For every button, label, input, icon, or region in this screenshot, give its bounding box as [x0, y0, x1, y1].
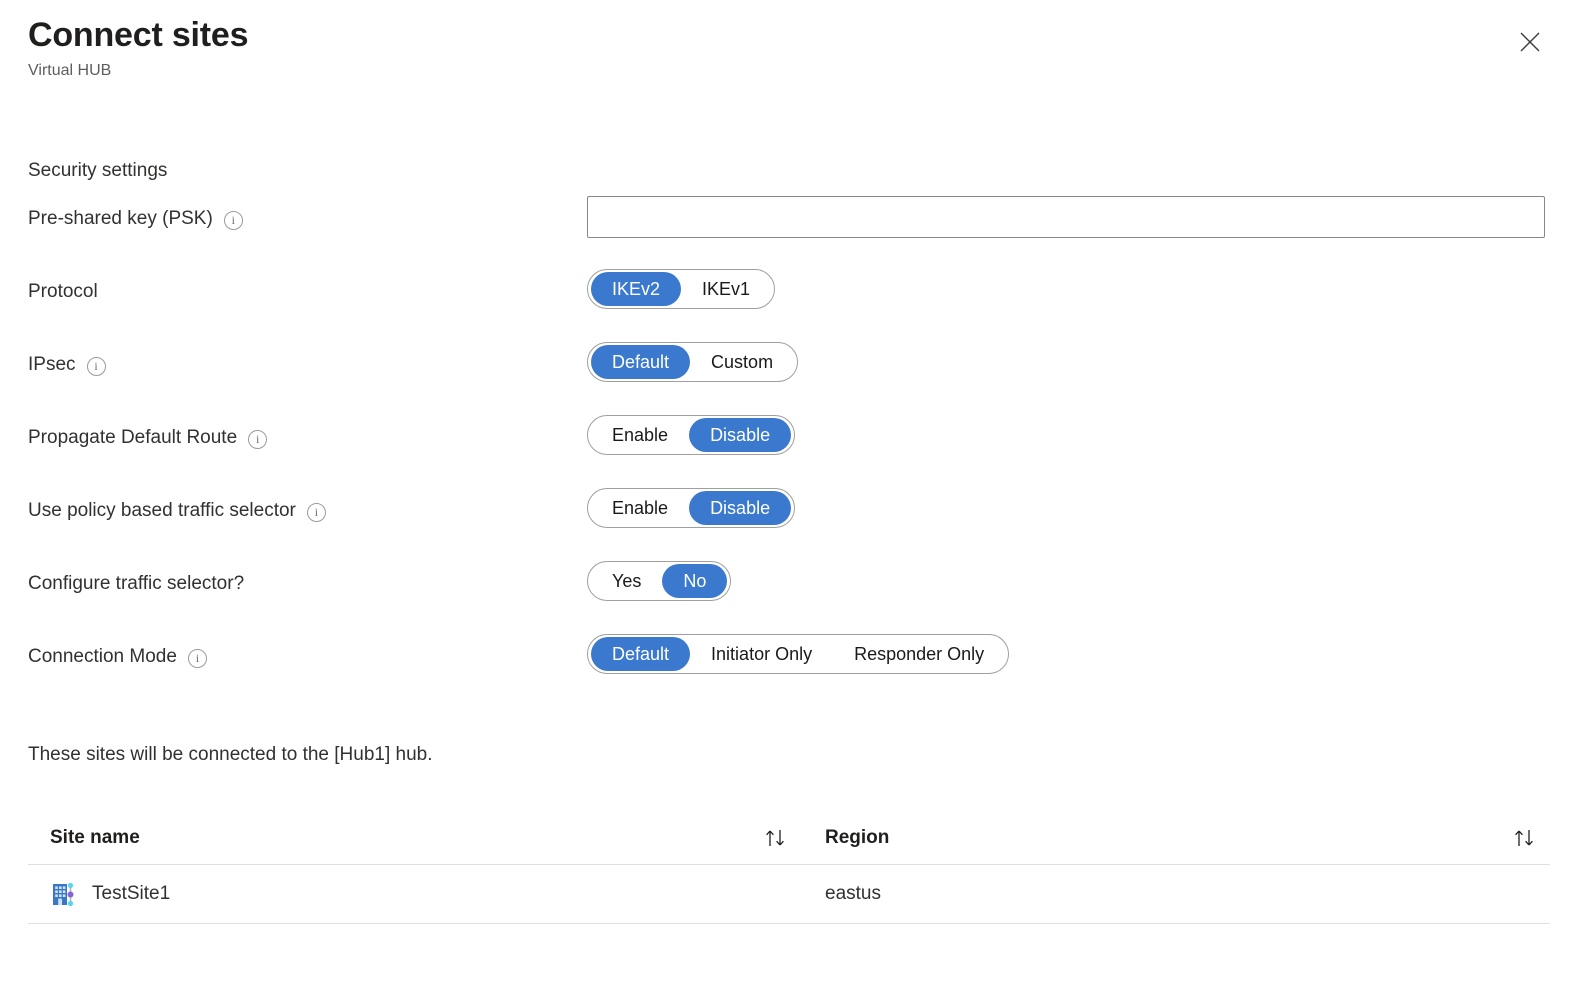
- protocol-label: Protocol: [28, 281, 98, 302]
- ipsec-option-default[interactable]: Default: [591, 345, 691, 379]
- connection-mode-option-responder-only[interactable]: Responder Only: [833, 637, 1005, 671]
- policy-based-traffic-selector-label: Use policy based traffic selector: [28, 500, 296, 521]
- propagate-default-route-control: Enable Disable: [587, 415, 796, 455]
- sites-table: Site name Region TestSite1 eastus: [28, 812, 1550, 924]
- protocol-option-ikev1[interactable]: IKEv1: [681, 272, 771, 306]
- form-row-protocol: Protocol IKEv2 IKEv1: [0, 269, 1578, 342]
- configure-traffic-selector-option-yes[interactable]: Yes: [591, 564, 662, 598]
- info-icon[interactable]: i: [248, 429, 268, 449]
- security-settings-heading: Security settings: [28, 160, 168, 181]
- configure-traffic-selector-option-no[interactable]: No: [662, 564, 728, 598]
- blade-header: Connect sites Virtual HUB: [28, 14, 249, 82]
- psk-control: [587, 196, 1545, 238]
- connection-mode-label: Connection Mode: [28, 646, 177, 667]
- protocol-control: IKEv2 IKEv1: [587, 269, 776, 309]
- connection-mode-choice-group: Default Initiator Only Responder Only: [587, 634, 1010, 674]
- ipsec-control: Default Custom: [587, 342, 799, 382]
- info-icon[interactable]: i: [187, 648, 207, 668]
- sort-region-button[interactable]: [1473, 828, 1550, 848]
- table-row[interactable]: TestSite1 eastus: [28, 864, 1550, 924]
- propagate-default-route-label-group: Propagate Default Route i: [28, 425, 268, 451]
- form-row-configure-traffic-selector: Configure traffic selector? Yes No: [0, 561, 1578, 634]
- psk-label: Pre-shared key (PSK): [28, 208, 213, 229]
- info-icon[interactable]: i: [223, 210, 243, 230]
- connect-sites-blade: Connect sites Virtual HUB Security setti…: [0, 0, 1578, 987]
- policy-based-traffic-selector-option-disable[interactable]: Disable: [689, 491, 792, 525]
- site-name-text: TestSite1: [92, 883, 171, 904]
- close-icon: [1520, 32, 1540, 52]
- psk-input[interactable]: [587, 196, 1545, 238]
- form-row-psk: Pre-shared key (PSK) i: [0, 196, 1578, 269]
- sort-arrows-icon: [1515, 830, 1533, 846]
- propagate-default-route-option-disable[interactable]: Disable: [689, 418, 792, 452]
- security-settings-form: Pre-shared key (PSK) i Protocol IKEv2 IK…: [0, 196, 1578, 707]
- psk-label-group: Pre-shared key (PSK) i: [28, 206, 243, 232]
- form-row-propagate-default-route: Propagate Default Route i Enable Disable: [0, 415, 1578, 488]
- cell-site-name: TestSite1: [28, 879, 803, 909]
- connection-mode-label-group: Connection Mode i: [28, 644, 207, 670]
- connection-mode-control: Default Initiator Only Responder Only: [587, 634, 1010, 674]
- connection-mode-option-default[interactable]: Default: [591, 637, 691, 671]
- form-row-connection-mode: Connection Mode i Default Initiator Only…: [0, 634, 1578, 707]
- form-row-policy-based-traffic-selector: Use policy based traffic selector i Enab…: [0, 488, 1578, 561]
- propagate-default-route-label: Propagate Default Route: [28, 427, 238, 448]
- column-header-site-name[interactable]: Site name: [28, 825, 748, 851]
- policy-based-traffic-selector-label-group: Use policy based traffic selector i: [28, 498, 326, 524]
- sort-arrows-icon: [765, 830, 784, 846]
- info-icon[interactable]: i: [306, 502, 326, 522]
- column-header-region[interactable]: Region: [803, 825, 1473, 851]
- ipsec-choice-group: Default Custom: [587, 342, 799, 382]
- info-icon[interactable]: i: [86, 356, 106, 376]
- ipsec-option-custom[interactable]: Custom: [690, 345, 794, 379]
- connection-mode-option-initiator-only[interactable]: Initiator Only: [690, 637, 833, 671]
- protocol-choice-group: IKEv2 IKEv1: [587, 269, 776, 309]
- cell-region: eastus: [825, 883, 881, 904]
- propagate-default-route-option-enable[interactable]: Enable: [591, 418, 689, 452]
- propagate-default-route-choice-group: Enable Disable: [587, 415, 796, 455]
- sort-site-name-button[interactable]: [748, 828, 803, 848]
- protocol-option-ikev2[interactable]: IKEv2: [591, 272, 682, 306]
- page-title: Connect sites: [28, 16, 249, 54]
- page-subtitle: Virtual HUB: [28, 62, 112, 79]
- ipsec-label: IPsec: [28, 354, 76, 375]
- configure-traffic-selector-control: Yes No: [587, 561, 732, 601]
- configure-traffic-selector-label-group: Configure traffic selector?: [28, 571, 244, 597]
- policy-based-traffic-selector-control: Enable Disable: [587, 488, 796, 528]
- form-row-ipsec: IPsec i Default Custom: [0, 342, 1578, 415]
- protocol-label-group: Protocol: [28, 279, 98, 305]
- policy-based-traffic-selector-choice-group: Enable Disable: [587, 488, 796, 528]
- configure-traffic-selector-choice-group: Yes No: [587, 561, 732, 601]
- policy-based-traffic-selector-option-enable[interactable]: Enable: [591, 491, 689, 525]
- table-header-row: Site name Region: [28, 812, 1550, 864]
- close-button[interactable]: [1508, 20, 1552, 64]
- configure-traffic-selector-label: Configure traffic selector?: [28, 573, 245, 594]
- sites-note: These sites will be connected to the [Hu…: [28, 744, 433, 765]
- vpn-site-icon: [53, 882, 74, 907]
- ipsec-label-group: IPsec i: [28, 352, 106, 378]
